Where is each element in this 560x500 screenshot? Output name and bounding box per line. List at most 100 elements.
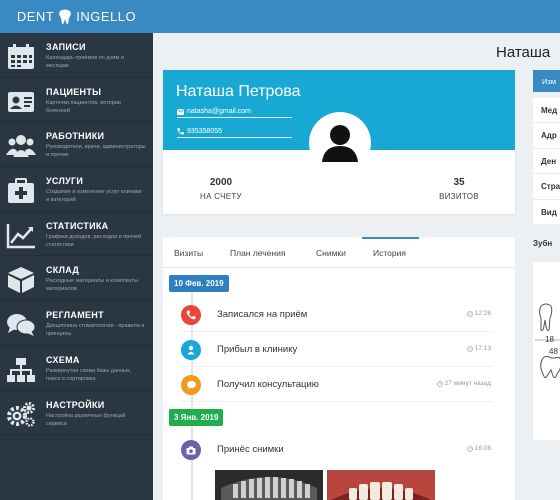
calendar-icon <box>6 42 36 72</box>
sidebar-item-label: РАБОТНИКИ <box>46 131 105 142</box>
phone-icon <box>181 305 201 325</box>
history-panel: Визиты План лечения Снимки История 10 Фе… <box>163 237 515 500</box>
event-time: 17:13 <box>466 345 491 352</box>
email-row: natasha@gmail.com <box>177 108 292 118</box>
sidebar-item-label: РЕГЛАМЕНТ <box>46 310 104 321</box>
clock-icon <box>436 380 443 387</box>
sitemap-icon <box>6 355 36 385</box>
box-icon <box>6 265 36 295</box>
brand-logo[interactable]: DENT INGELLO <box>0 0 153 33</box>
event-text: Принёс снимки <box>217 444 284 455</box>
tab-visits[interactable]: Визиты <box>174 248 203 258</box>
person-icon <box>181 340 201 360</box>
gears-icon <box>6 400 36 430</box>
tab-history[interactable]: История <box>373 248 406 258</box>
timeline-event[interactable]: Принёс снимки 16:08 <box>181 433 493 467</box>
teeth-photo-thumbnail[interactable] <box>327 470 435 500</box>
event-time: 16:08 <box>466 445 491 452</box>
chat-icon <box>181 375 201 395</box>
phone-row: 935358055 <box>177 128 292 138</box>
timeline-event[interactable]: Прибыл в клинику 17:13 <box>181 333 493 367</box>
timeline-event[interactable]: Получил консультацию 27 минут назад <box>181 368 493 402</box>
sidebar-item-schema[interactable]: СХЕМА Развёрнутая схема базы данных, пои… <box>0 346 153 391</box>
page-title: Наташа <box>496 44 551 61</box>
email-field[interactable]: natasha@gmail.com <box>177 108 292 118</box>
info-row: Вид <box>533 200 560 225</box>
chat-icon <box>6 310 36 340</box>
sidebar-item-services[interactable]: УСЛУГИ Создание и изменение услуг клиник… <box>0 167 153 212</box>
balance-value: 2000 <box>209 177 233 188</box>
sidebar-item-desc: Графики доходов, расходов и прочей стати… <box>46 233 142 248</box>
sidebar-item-statistics[interactable]: СТАТИСТИКА Графики доходов, расходов и п… <box>0 212 153 257</box>
sidebar-item-regulations[interactable]: РЕГЛАМЕНТ Дисциплина стоматологии - прав… <box>0 301 153 346</box>
chart-icon <box>6 221 36 251</box>
event-text: Прибыл в клинику <box>217 344 298 355</box>
info-row: Мед <box>533 98 560 124</box>
event-text: Записался на приём <box>217 309 308 320</box>
visits-label: ВИЗИТОВ <box>439 192 479 201</box>
sidebar-item-workers[interactable]: РАБОТНИКИ Руководители, врачи, администр… <box>0 122 153 168</box>
sidebar-item-settings[interactable]: НАСТРОЙКИ Настройка различных функций се… <box>0 391 153 436</box>
dental-chart: 18 48 <box>533 262 560 440</box>
tab-images[interactable]: Снимки <box>316 248 346 258</box>
clock-icon <box>466 445 473 452</box>
brand-text-right: INGELLO <box>76 9 137 24</box>
topbar <box>153 0 560 33</box>
sidebar-item-desc: Календарь приёмов по дням и месяцам <box>46 55 124 69</box>
sidebar-item-desc: Руководители, врачи, администраторы и пр… <box>46 144 146 159</box>
sidebar: DENT INGELLO ЗАПИСИ Календарь приёмов по… <box>0 0 153 500</box>
sidebar-item-label: ПАЦИЕНТЫ <box>46 86 102 97</box>
active-tab-indicator <box>362 237 419 239</box>
tooth-number: 18 <box>545 335 554 344</box>
medkit-icon <box>6 176 36 206</box>
avatar[interactable] <box>309 112 371 174</box>
event-time-text: 16:08 <box>474 445 491 452</box>
event-time: 12:28 <box>466 310 491 317</box>
date-badge: 10 Фев. 2019 <box>169 275 229 292</box>
visits-value: 35 <box>453 177 465 188</box>
patient-name: Наташа Петрова <box>176 83 301 100</box>
event-time-text: 12:28 <box>474 310 491 317</box>
xray-thumbnail[interactable] <box>215 470 323 500</box>
sidebar-item-patients[interactable]: ПАЦИЕНТЫ Карточки пациентов, истории бол… <box>0 78 153 123</box>
brand-text-left: DENT <box>16 9 55 24</box>
dental-chart-title: Зубн <box>533 239 553 248</box>
balance-label: НА СЧЕТУ <box>200 192 242 201</box>
tab-treatment-plan[interactable]: План лечения <box>230 248 285 258</box>
sidebar-item-label: ЗАПИСИ <box>46 42 86 52</box>
phone-icon <box>177 128 184 135</box>
sidebar-item-label: УСЛУГИ <box>46 176 84 187</box>
camera-icon <box>181 440 201 460</box>
info-row: Ден <box>533 149 560 175</box>
sidebar-item-desc: Настройка различных функций сервиса <box>46 412 126 427</box>
envelope-icon <box>177 109 184 115</box>
event-time-text: 27 минут назад <box>444 380 491 387</box>
event-time: 27 минут назад <box>436 380 491 387</box>
edit-button[interactable]: Изм <box>533 70 560 92</box>
clock-icon <box>466 345 473 352</box>
tooth-logo-icon <box>59 9 72 24</box>
sidebar-item-label: СКЛАД <box>46 265 80 276</box>
sidebar-item-records[interactable]: ЗАПИСИ Календарь приёмов по дням и месяц… <box>0 33 153 78</box>
tooth-number: 48 <box>549 347 558 356</box>
profile-header: Наташа Петрова natasha@gmail.com 9353580… <box>163 70 515 174</box>
balance-stat: 2000 НА СЧЕТУ <box>176 177 266 201</box>
info-row: Стра <box>533 174 560 200</box>
profile-card: Наташа Петрова natasha@gmail.com 9353580… <box>163 70 515 214</box>
phone-field[interactable]: 935358055 <box>177 128 292 138</box>
sidebar-item-label: СТАТИСТИКА <box>46 220 109 231</box>
user-silhouette-icon <box>322 125 358 162</box>
sidebar-item-desc: Карточки пациентов, истории болезней <box>46 99 121 114</box>
sidebar-item-warehouse[interactable]: СКЛАД Расходные материалы и комплекты ма… <box>0 256 153 302</box>
timeline-event[interactable]: Записался на приём 12:28 <box>181 298 493 332</box>
sidebar-item-desc: Создание и изменение услуг клиники и кат… <box>46 189 142 204</box>
id-card-icon <box>6 87 36 117</box>
event-time-text: 17:13 <box>474 345 491 352</box>
sidebar-item-label: СХЕМА <box>46 354 80 365</box>
info-row: Адр <box>533 123 560 149</box>
sidebar-item-desc: Развёрнутая схема базы данных, поиск и с… <box>46 367 132 382</box>
sidebar-menu: ЗАПИСИ Календарь приёмов по дням и месяц… <box>0 33 153 436</box>
users-icon <box>6 131 36 161</box>
sidebar-item-desc: Дисциплина стоматологии - правила и прин… <box>46 323 145 338</box>
event-text: Получил консультацию <box>217 379 319 390</box>
